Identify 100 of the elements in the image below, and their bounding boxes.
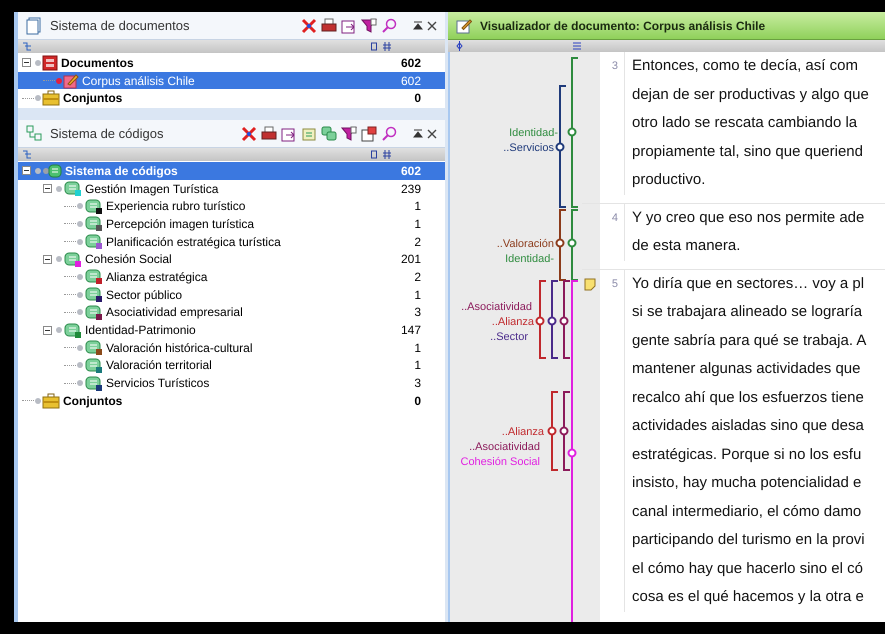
tree-item[interactable]: Servicios Turísticos 3 bbox=[18, 374, 445, 392]
tree-item[interactable]: Documentos 602 bbox=[18, 54, 445, 72]
search-icon[interactable] bbox=[381, 18, 397, 34]
column-icon[interactable] bbox=[371, 42, 377, 51]
pin-icon[interactable] bbox=[413, 20, 423, 30]
tree-item[interactable]: Sistema de códigos 602 bbox=[18, 162, 445, 180]
printer-icon[interactable] bbox=[321, 18, 337, 34]
export-icon[interactable] bbox=[341, 18, 357, 34]
coding-stripe[interactable] bbox=[536, 280, 546, 359]
expand-toggle[interactable] bbox=[43, 254, 52, 264]
code-label: ..Asociatividad bbox=[461, 301, 532, 313]
viewer-title: Visualizador de documento: Corpus análisis Chile bbox=[480, 18, 766, 34]
item-count: 239 bbox=[400, 180, 421, 198]
tree-item[interactable]: Identidad-Patrimonio 147 bbox=[18, 321, 445, 339]
tree-item[interactable]: Asociatividad empresarial 3 bbox=[18, 304, 445, 322]
code-pair-icon[interactable] bbox=[321, 126, 337, 142]
coding-stripe[interactable] bbox=[556, 85, 566, 208]
document-text-line: estratégicas. Porque si no los esfu bbox=[632, 444, 862, 464]
code-marker-icon[interactable] bbox=[456, 41, 463, 51]
coding-stripe[interactable] bbox=[560, 280, 570, 359]
pin-icon[interactable] bbox=[413, 128, 423, 138]
document-pencil-icon bbox=[63, 72, 79, 89]
status-dot-icon bbox=[76, 220, 84, 228]
tree-item[interactable]: Planificación estratégica turística 2 bbox=[18, 232, 445, 250]
document-text-line: de esta manera. bbox=[632, 236, 742, 256]
item-label: Identidad-Patrimonio bbox=[85, 322, 196, 340]
document-text-line: otro lado se rescata cambiando la bbox=[632, 113, 858, 133]
status-dot-icon bbox=[76, 238, 84, 246]
document-text-line: si se trabajara alineado se lograría bbox=[632, 302, 864, 322]
status-dot-icon bbox=[76, 290, 84, 299]
edit-document-icon bbox=[456, 18, 472, 34]
code-label: ..Alianza bbox=[492, 316, 534, 328]
search-icon[interactable] bbox=[381, 126, 397, 142]
briefcase-icon bbox=[42, 90, 60, 106]
item-label: Gestión Imagen Turística bbox=[85, 180, 218, 198]
document-text-line: el cómo hay que hacerlo sino el có bbox=[632, 558, 864, 578]
document-text-line: mantener algunas actividades que bbox=[632, 359, 862, 379]
item-label: Experiencia rubro turístico bbox=[106, 198, 246, 216]
window-icon[interactable] bbox=[361, 126, 377, 142]
close-icon[interactable] bbox=[427, 128, 437, 138]
tree-item[interactable]: Experiencia rubro turístico 1 bbox=[18, 197, 445, 216]
tree-item[interactable]: Sector público 1 bbox=[18, 286, 445, 304]
document-text-line: actividades aisladas sino que desa bbox=[632, 416, 865, 436]
tree-item[interactable]: Valoración territorial 1 bbox=[18, 356, 445, 374]
item-count: 1 bbox=[414, 286, 421, 304]
briefcase-icon bbox=[42, 392, 60, 409]
document-text-line: propiamente tal, sino que queriend bbox=[632, 142, 864, 162]
tree-item[interactable]: Corpus análisis Chile 602 bbox=[18, 72, 445, 90]
code-label: Identidad- bbox=[509, 127, 558, 139]
document-text-line: Entonces, como te decía, así com bbox=[632, 56, 859, 76]
expand-toggle[interactable] bbox=[43, 184, 52, 194]
status-dot-icon bbox=[76, 379, 84, 388]
printer-icon[interactable] bbox=[261, 126, 277, 142]
status-dot-icon bbox=[55, 326, 63, 334]
filter-icon[interactable] bbox=[341, 126, 357, 142]
status-dot-icon bbox=[76, 202, 84, 210]
coding-stripe[interactable] bbox=[560, 391, 570, 471]
tree-item[interactable]: Conjuntos 0 bbox=[18, 89, 445, 108]
expand-toggle[interactable] bbox=[22, 166, 31, 176]
memo-note-icon[interactable] bbox=[584, 278, 596, 290]
close-icon[interactable] bbox=[427, 20, 437, 30]
item-count: 3 bbox=[414, 375, 421, 392]
coding-stripe[interactable] bbox=[548, 280, 558, 359]
document-text-line: dejan de ser productivas y algo que bbox=[632, 84, 869, 104]
coding-stripe[interactable] bbox=[556, 209, 566, 281]
hierarchy-icon[interactable] bbox=[22, 42, 32, 51]
tree-item[interactable]: Cohesión Social 201 bbox=[18, 250, 445, 268]
item-label: Servicios Turísticos bbox=[106, 375, 210, 392]
hierarchy-icon[interactable] bbox=[22, 150, 32, 159]
tree-item[interactable]: Alianza estratégica 2 bbox=[18, 268, 445, 286]
expand-toggle[interactable] bbox=[22, 58, 31, 68]
tree-item[interactable]: Gestión Imagen Turística 239 bbox=[18, 180, 445, 198]
item-label: Planificación estratégica turística bbox=[106, 234, 281, 251]
column-icon[interactable] bbox=[371, 150, 377, 159]
document-text-line: participando del turismo en la provi bbox=[632, 530, 866, 550]
document-text-line: Y yo creo que eso nos permite ade bbox=[632, 208, 864, 228]
panel-title: Sistema de códigos bbox=[50, 124, 164, 143]
coding-stripe[interactable] bbox=[548, 391, 558, 471]
item-count: 1 bbox=[414, 357, 421, 374]
export-icon[interactable] bbox=[281, 126, 297, 142]
tree-item[interactable]: Valoración histórica-cultural 1 bbox=[18, 338, 445, 357]
item-label: Alianza estratégica bbox=[106, 268, 208, 286]
tree-item[interactable]: Percepción imagen turística 1 bbox=[18, 215, 445, 233]
paragraph-icon[interactable] bbox=[573, 42, 581, 50]
expand-toggle[interactable] bbox=[43, 326, 52, 335]
hash-icon[interactable] bbox=[383, 150, 391, 159]
hash-icon[interactable] bbox=[383, 42, 391, 51]
code-label: ..Sector bbox=[490, 331, 528, 343]
document-text-line: gente sabría para qué se trabaja. A bbox=[632, 330, 866, 350]
item-count: 3 bbox=[414, 304, 421, 322]
tree-item[interactable]: Conjuntos 0 bbox=[18, 392, 445, 410]
item-count: 147 bbox=[400, 322, 421, 340]
coding-stripe[interactable] bbox=[568, 209, 578, 281]
status-dot-icon bbox=[76, 361, 84, 370]
item-label: Cohesión Social bbox=[85, 251, 172, 268]
filter-icon[interactable] bbox=[361, 18, 377, 34]
item-count: 2 bbox=[414, 234, 421, 251]
item-label: Valoración histórica-cultural bbox=[106, 340, 253, 357]
status-dot-icon bbox=[55, 184, 63, 193]
panel-title: Sistema de documentos bbox=[50, 16, 190, 35]
